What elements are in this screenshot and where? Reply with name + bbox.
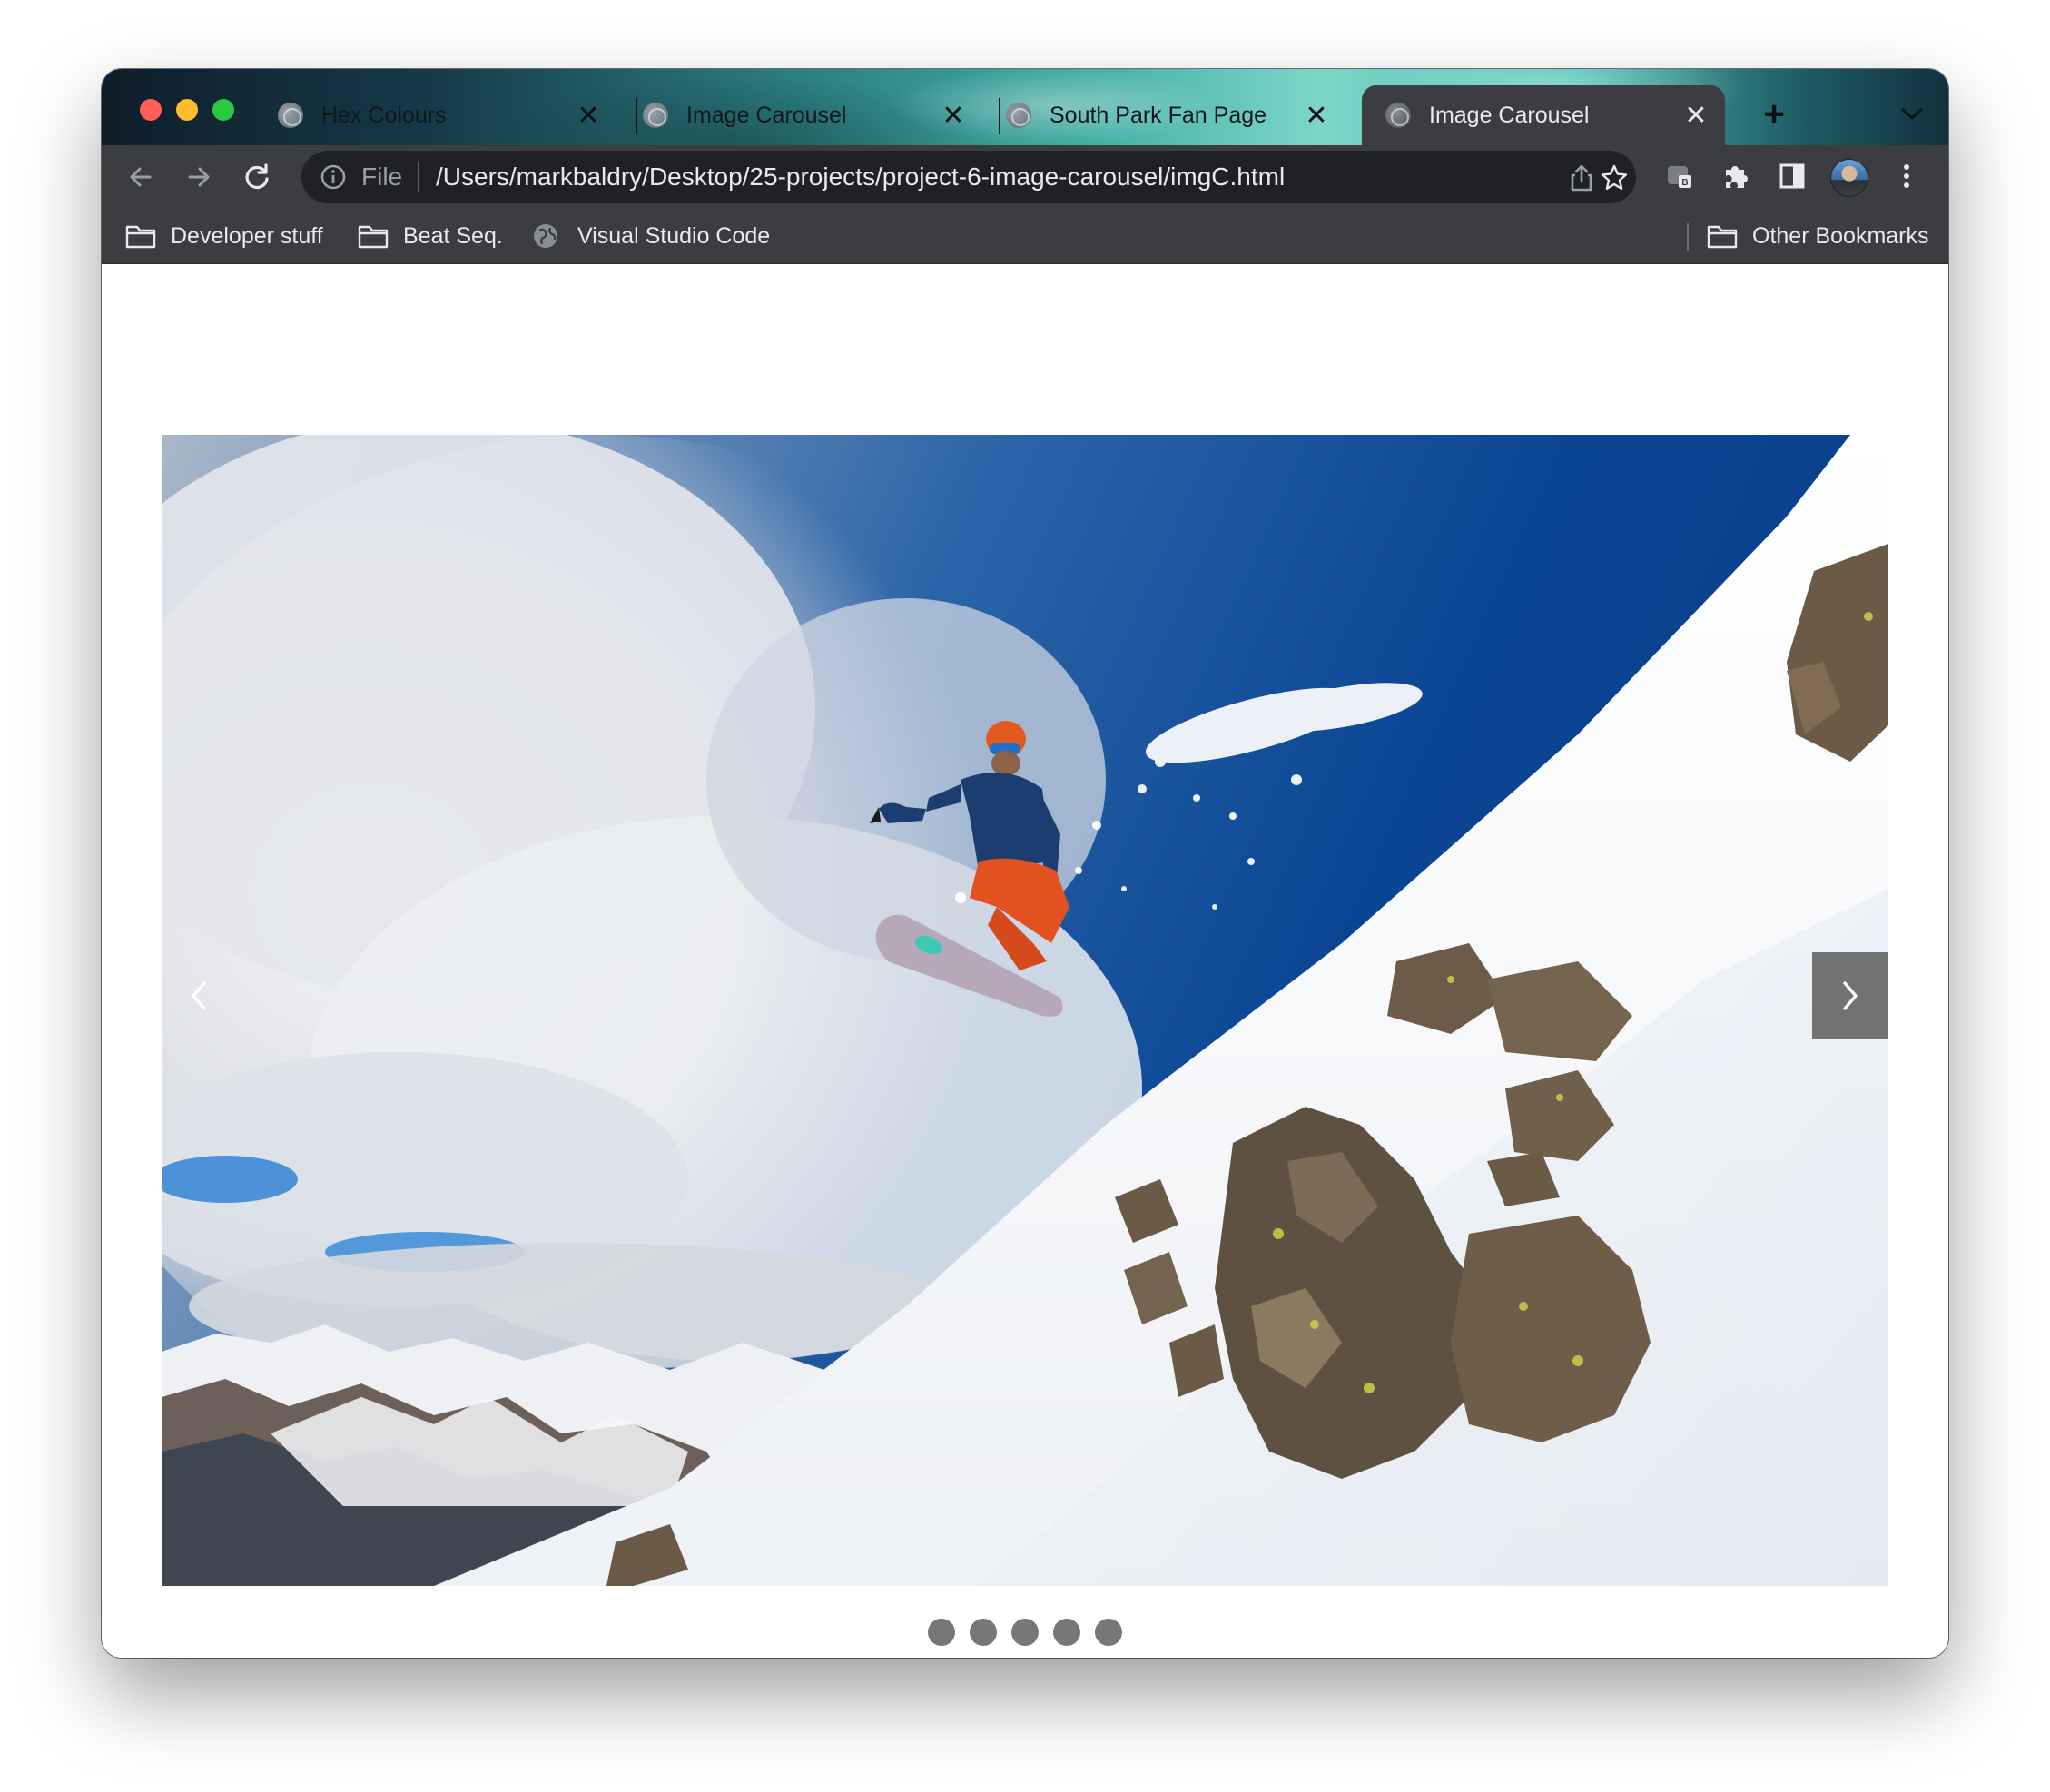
tab-image-carousel-active[interactable]: Image Carousel ✕: [1362, 85, 1725, 145]
scheme-label: File: [361, 162, 403, 191]
extension-badge-icon: B: [1668, 166, 1691, 188]
extension-button[interactable]: B: [1661, 158, 1698, 194]
folder-icon: [1707, 222, 1738, 250]
globe-icon: [643, 103, 668, 128]
reload-icon: [245, 163, 269, 190]
new-tab-button[interactable]: +: [1754, 94, 1794, 134]
globe-icon: [1006, 103, 1031, 128]
tab-image-carousel[interactable]: Image Carousel ✕: [619, 85, 982, 145]
tab-title: Image Carousel: [1429, 102, 1590, 128]
url-text[interactable]: /Users/markbaldry/Desktop/25-projects/pr…: [436, 162, 1285, 192]
minimize-window-button[interactable]: [176, 99, 198, 121]
info-icon[interactable]: [320, 163, 347, 191]
browser-window: Hex Colours ✕ Image Carousel ✕ South Par…: [102, 69, 1948, 1658]
close-tab-icon[interactable]: ✕: [574, 101, 603, 131]
globe-icon: [278, 103, 303, 128]
carousel-next-button[interactable]: [1812, 952, 1888, 1039]
star-icon: [1601, 164, 1628, 190]
extensions-menu-button[interactable]: [1718, 158, 1754, 194]
arrow-right-icon: [188, 167, 210, 187]
carousel-dot-2[interactable]: [970, 1619, 997, 1646]
bookmark-beat-seq[interactable]: Beat Seq.: [358, 218, 503, 254]
desktop: Hex Colours ✕ Image Carousel ✕ South Par…: [0, 0, 2050, 1792]
tab-hex-colours[interactable]: Hex Colours ✕: [254, 85, 617, 145]
carousel-dots: [102, 1619, 1948, 1649]
forward-button[interactable]: [178, 156, 220, 198]
address-divider: [418, 162, 419, 192]
carousel-dot-5[interactable]: [1095, 1619, 1122, 1646]
puzzle-icon: [1726, 166, 1748, 188]
chevron-left-icon: [192, 981, 206, 1010]
folder-icon: [125, 222, 156, 250]
toolbar: File /Users/markbaldry/Desktop/25-projec…: [102, 145, 1948, 209]
bookmark-developer-stuff[interactable]: Developer stuff: [125, 218, 323, 254]
back-button[interactable]: [120, 156, 162, 198]
bookmark-label: Visual Studio Code: [577, 222, 771, 249]
tab-south-park-fan-page[interactable]: South Park Fan Page ✕: [982, 85, 1345, 145]
reload-button[interactable]: [236, 156, 278, 198]
carousel-dot-4[interactable]: [1053, 1619, 1080, 1646]
tab-search-button[interactable]: [1894, 96, 1930, 133]
chevron-right-icon: [1843, 981, 1858, 1010]
close-window-button[interactable]: [140, 99, 162, 121]
side-panel-button[interactable]: [1774, 158, 1810, 194]
globe-icon: [1385, 103, 1411, 128]
close-tab-icon[interactable]: ✕: [939, 101, 968, 131]
bookmark-label: Developer stuff: [171, 222, 323, 249]
other-bookmarks-folder[interactable]: Other Bookmarks: [1707, 218, 1929, 254]
tab-strip: Hex Colours ✕ Image Carousel ✕ South Par…: [102, 69, 1948, 145]
other-bookmarks-label: Other Bookmarks: [1752, 222, 1929, 249]
carousel-prev-button[interactable]: [162, 952, 236, 1039]
bookmark-star-button[interactable]: [1596, 162, 1632, 194]
bookmarks-divider: [1687, 223, 1689, 251]
maximize-window-button[interactable]: [212, 99, 234, 121]
close-tab-icon[interactable]: ✕: [1302, 101, 1331, 131]
carousel-dot-1[interactable]: [928, 1619, 955, 1646]
address-bar[interactable]: File /Users/markbaldry/Desktop/25-projec…: [301, 151, 1636, 203]
chevron-down-icon: [1901, 108, 1923, 121]
bookmarks-bar: Developer stuff Beat Seq. Visual Studio …: [102, 209, 1948, 264]
svg-text:B: B: [1681, 178, 1688, 188]
image-carousel: [162, 435, 1888, 1586]
share-button[interactable]: [1565, 162, 1598, 194]
bookmark-visual-studio-code[interactable]: Visual Studio Code: [532, 218, 770, 254]
tab-title: Hex Colours: [321, 102, 447, 128]
arrow-left-icon: [130, 167, 152, 187]
side-panel-icon: [1779, 163, 1805, 189]
profile-avatar[interactable]: [1830, 159, 1868, 197]
tab-title: Image Carousel: [686, 102, 847, 128]
bookmark-label: Beat Seq.: [403, 222, 503, 249]
folder-icon: [358, 222, 389, 250]
browser-menu-button[interactable]: [1888, 158, 1925, 194]
carousel-dot-3[interactable]: [1011, 1619, 1039, 1646]
kebab-menu-icon: [1904, 164, 1909, 188]
tab-title: South Park Fan Page: [1050, 102, 1267, 128]
globe-icon: [532, 222, 563, 250]
carousel-slide-image: [162, 435, 1888, 1586]
share-icon: [1571, 164, 1592, 192]
page-content: [102, 264, 1948, 1658]
close-tab-icon[interactable]: ✕: [1681, 101, 1710, 131]
